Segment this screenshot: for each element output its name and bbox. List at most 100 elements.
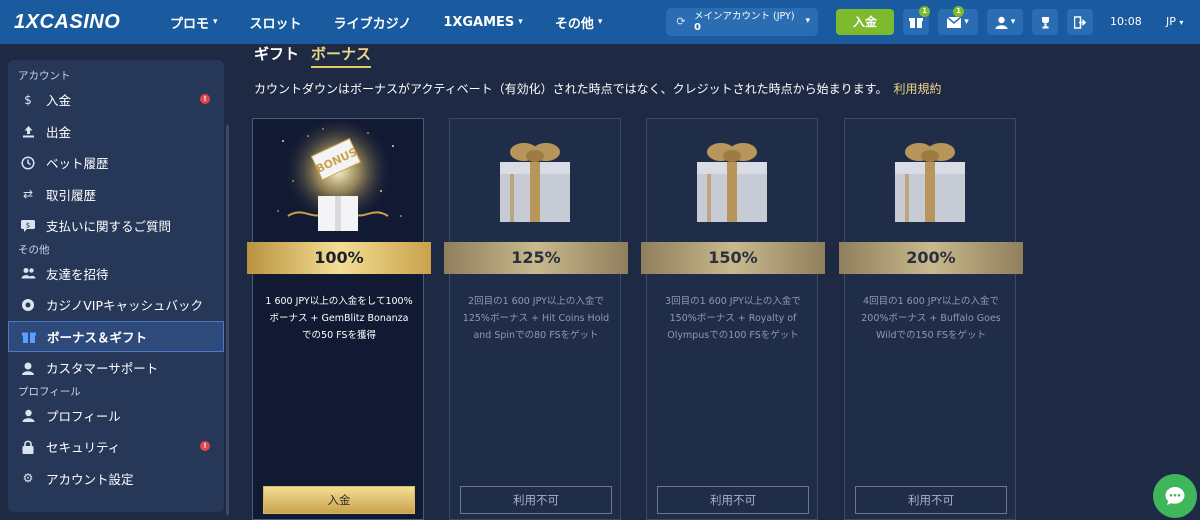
gift-icon (909, 18, 923, 28)
sidebar-section-account: アカウント (18, 70, 71, 82)
trophy-button[interactable] (1032, 9, 1058, 35)
sidebar-item-security[interactable]: セキュリティ ! (8, 431, 224, 463)
upload-icon (20, 123, 36, 139)
chevron-down-icon: ▾ (964, 17, 969, 27)
bonus-percent: 125% (444, 242, 628, 274)
sidebar-item-label: 入金 (46, 93, 72, 109)
sidebar-item-vip-cashback[interactable]: カジノVIPキャッシュバック (8, 289, 224, 321)
gift-box-icon (895, 143, 965, 222)
users-icon (20, 265, 36, 281)
lock-icon (20, 439, 36, 455)
deposit-button[interactable]: 入金 (263, 486, 415, 514)
sidebar-item-account-settings[interactable]: ⚙ アカウント設定 (8, 463, 224, 495)
alert-badge: ! (200, 94, 210, 104)
sidebar-scrollbar[interactable] (226, 125, 229, 515)
bonus-percent: 200% (839, 242, 1023, 274)
sidebar-item-customer-support[interactable]: カスタマーサポート (8, 352, 224, 384)
gift-image (845, 119, 1015, 243)
sidebar-item-profile[interactable]: プロフィール (8, 400, 224, 432)
dollar-icon: $ (24, 92, 32, 107)
sidebar-item-label: 支払いに関するご質問 (46, 219, 172, 235)
clock-icon (20, 155, 36, 171)
sidebar-item-transaction-history[interactable]: ⇄ 取引履歴 (8, 179, 224, 211)
bonus-card-1: BONUS 100% 1 600 JPY以上の入金をして100%ボーナス + G… (247, 118, 431, 520)
nav-slots[interactable]: スロット (250, 13, 302, 32)
mail-badge: 1 (953, 6, 964, 17)
gift-badge: 1 (919, 6, 930, 17)
trophy-icon (1041, 16, 1049, 28)
gift-icon (21, 328, 37, 344)
open-gift-icon: BONUS (277, 121, 402, 231)
nav-more-label: その他 (554, 16, 594, 32)
user-icon (995, 16, 1008, 29)
messages-button[interactable]: ▾ 1 (938, 6, 978, 35)
chevron-down-icon: ▾ (805, 16, 810, 26)
account-label: メインアカウント (JPY) (694, 11, 795, 22)
sidebar-item-label: 出金 (46, 124, 72, 140)
account-balance: 0 (694, 22, 701, 33)
account-selector[interactable]: ⟳ メインアカウント (JPY) 0 ▾ (666, 8, 818, 36)
bonus-percent: 100% (247, 242, 431, 274)
nav-more[interactable]: その他 ▾ (555, 13, 603, 32)
chevron-down-icon: ▾ (597, 17, 603, 27)
gift-box-icon (697, 143, 767, 222)
bonus-percent: 150% (641, 242, 825, 274)
chevron-down-icon: ▾ (213, 17, 218, 27)
gift-image (647, 119, 817, 243)
logo[interactable]: 1XCASINO (14, 11, 120, 34)
sidebar-item-payment-faq[interactable]: $ 支払いに関するご質問 (8, 210, 224, 242)
refresh-icon[interactable]: ⟳ (672, 13, 690, 31)
notice-text: カウントダウンはボーナスがアクティベート（有効化）された時点ではなく、クレジット… (254, 82, 888, 96)
sidebar-item-label: 友達を招待 (46, 266, 109, 282)
profile-menu-button[interactable]: ▾ (987, 9, 1023, 35)
alert-badge: ! (200, 441, 210, 451)
nav-promo[interactable]: プロモ ▾ (170, 13, 218, 32)
tab-gifts[interactable]: ギフト (254, 43, 299, 68)
sidebar-item-withdraw[interactable]: 出金 (8, 116, 224, 148)
payment-question-icon: $ (20, 218, 36, 234)
header-deposit-button[interactable]: 入金 (836, 9, 894, 35)
bonus-description: 3回目の1 600 JPY以上の入金で150%ボーナス + Royalty of… (665, 296, 801, 341)
sidebar-item-label: ベット履歴 (46, 156, 109, 172)
unavailable-button[interactable]: 利用不可 (855, 486, 1007, 514)
bonus-tabs: ギフト ボーナス (254, 43, 372, 68)
bonus-card-2: 125% 2回目の1 600 JPY以上の入金で125%ボーナス + Hit C… (444, 118, 628, 520)
nav-1xgames-label: 1XGAMES (443, 14, 515, 30)
nav-live-casino-label: ライブカジノ (333, 16, 412, 32)
language-selector[interactable]: JP ▾ (1166, 15, 1183, 28)
terms-link[interactable]: 利用規約 (894, 82, 942, 96)
gift-box-icon (500, 143, 570, 222)
sidebar-item-label: プロフィール (46, 408, 121, 424)
support-icon (20, 360, 36, 376)
logout-icon (1073, 15, 1086, 29)
tab-bonuses[interactable]: ボーナス (311, 43, 372, 68)
chevron-down-icon: ▾ (1179, 18, 1184, 27)
sidebar-item-bet-history[interactable]: ベット履歴 (8, 147, 224, 179)
mail-icon (947, 16, 962, 28)
bonus-description: 1 600 JPY以上の入金をして100%ボーナス + GemBlitz Bon… (265, 296, 413, 341)
sidebar-item-bonuses-gifts[interactable]: ボーナス＆ギフト (8, 320, 224, 352)
nav-1xgames[interactable]: 1XGAMES ▾ (443, 15, 523, 30)
sidebar-item-invite-friends[interactable]: 友達を招待 (8, 258, 224, 290)
chevron-down-icon: ▾ (1010, 17, 1016, 27)
vip-cashback-icon (20, 297, 36, 313)
sidebar-item-label: 取引履歴 (46, 187, 97, 203)
logout-button[interactable] (1067, 9, 1093, 35)
sidebar-section-other: その他 (18, 243, 50, 256)
chevron-down-icon: ▾ (518, 17, 523, 27)
language-label: JP (1166, 15, 1176, 28)
bonus-card-4: 200% 4回目の1 600 JPY以上の入金で200%ボーナス + Buffa… (839, 118, 1023, 520)
svg-text:$: $ (26, 221, 30, 229)
gift-button[interactable]: 1 (903, 6, 930, 35)
sidebar-item-label: カスタマーサポート (46, 361, 159, 377)
sidebar-item-label: ボーナス＆ギフト (47, 329, 148, 345)
sidebar: アカウント $ 入金 ! 出金 ベット履歴 ⇄ 取引履歴 $ 支払いに関するご質… (8, 60, 224, 512)
user-icon (20, 407, 36, 423)
unavailable-button[interactable]: 利用不可 (460, 486, 612, 514)
chat-button[interactable] (1153, 474, 1197, 518)
unavailable-button[interactable]: 利用不可 (657, 486, 809, 514)
sidebar-item-label: カジノVIPキャッシュバック (46, 298, 204, 314)
nav-live-casino[interactable]: ライブカジノ (334, 13, 412, 32)
transfer-arrows-icon: ⇄ (22, 187, 34, 202)
sidebar-item-deposit[interactable]: $ 入金 ! (8, 84, 224, 116)
